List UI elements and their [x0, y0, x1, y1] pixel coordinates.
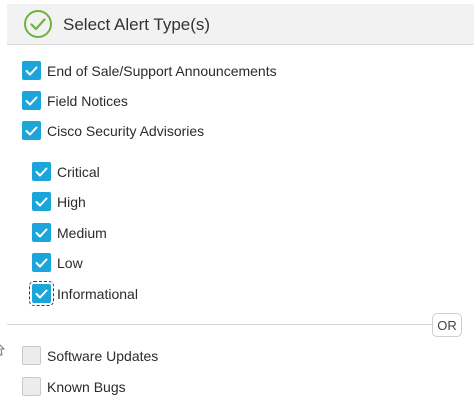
high-checkbox[interactable]: [32, 192, 51, 211]
medium-label: Medium: [57, 224, 107, 241]
checkmark-icon: [25, 66, 38, 75]
checkbox-row-security-advisories[interactable]: Cisco Security Advisories: [22, 121, 204, 140]
section-title: Select Alert Type(s): [63, 15, 211, 34]
checkbox-row-informational[interactable]: Informational: [29, 281, 138, 306]
informational-checkbox[interactable]: [29, 281, 54, 306]
critical-checkbox[interactable]: [32, 162, 51, 181]
checkbox-row-software-updates[interactable]: Software Updates: [22, 346, 158, 365]
software-updates-label: Software Updates: [47, 347, 159, 364]
checkmark-icon: [35, 289, 48, 298]
security-advisories-checkbox[interactable]: [22, 121, 41, 140]
informational-label: Informational: [57, 285, 138, 302]
checkmark-icon: [35, 167, 48, 176]
security-advisories-label: Cisco Security Advisories: [47, 122, 205, 139]
checkbox-row-field-notices[interactable]: Field Notices: [22, 91, 128, 110]
known-bugs-checkbox[interactable]: [22, 377, 41, 396]
end-of-sale-label: End of Sale/Support Announcements: [47, 62, 277, 79]
checkbox-row-critical[interactable]: Critical: [32, 162, 100, 181]
check-circle-icon: [24, 10, 52, 38]
field-notices-checkbox[interactable]: [22, 91, 41, 110]
checkmark-icon: [35, 258, 48, 267]
checkbox-row-medium[interactable]: Medium: [32, 223, 107, 242]
section-header: Select Alert Type(s): [7, 4, 474, 45]
checkmark-icon: [35, 228, 48, 237]
or-badge: OR: [432, 313, 462, 337]
checkbox-row-known-bugs[interactable]: Known Bugs: [22, 377, 126, 396]
low-label: Low: [57, 254, 83, 271]
medium-checkbox[interactable]: [32, 223, 51, 242]
software-updates-checkbox[interactable]: [22, 346, 41, 365]
low-checkbox[interactable]: [32, 253, 51, 272]
high-label: High: [57, 193, 86, 210]
checkmark-icon: [35, 197, 48, 206]
end-of-sale-checkbox[interactable]: [22, 61, 41, 80]
checkmark-icon: [25, 96, 38, 105]
separator-line: [7, 324, 432, 325]
checkmark-icon: [25, 126, 38, 135]
field-notices-label: Field Notices: [47, 92, 128, 109]
critical-label: Critical: [57, 163, 100, 180]
checkbox-row-end-of-sale[interactable]: End of Sale/Support Announcements: [22, 61, 277, 80]
checkbox-row-low[interactable]: Low: [32, 253, 83, 272]
checkbox-row-high[interactable]: High: [32, 192, 86, 211]
cursor-icon: [0, 344, 5, 356]
known-bugs-label: Known Bugs: [47, 378, 126, 395]
